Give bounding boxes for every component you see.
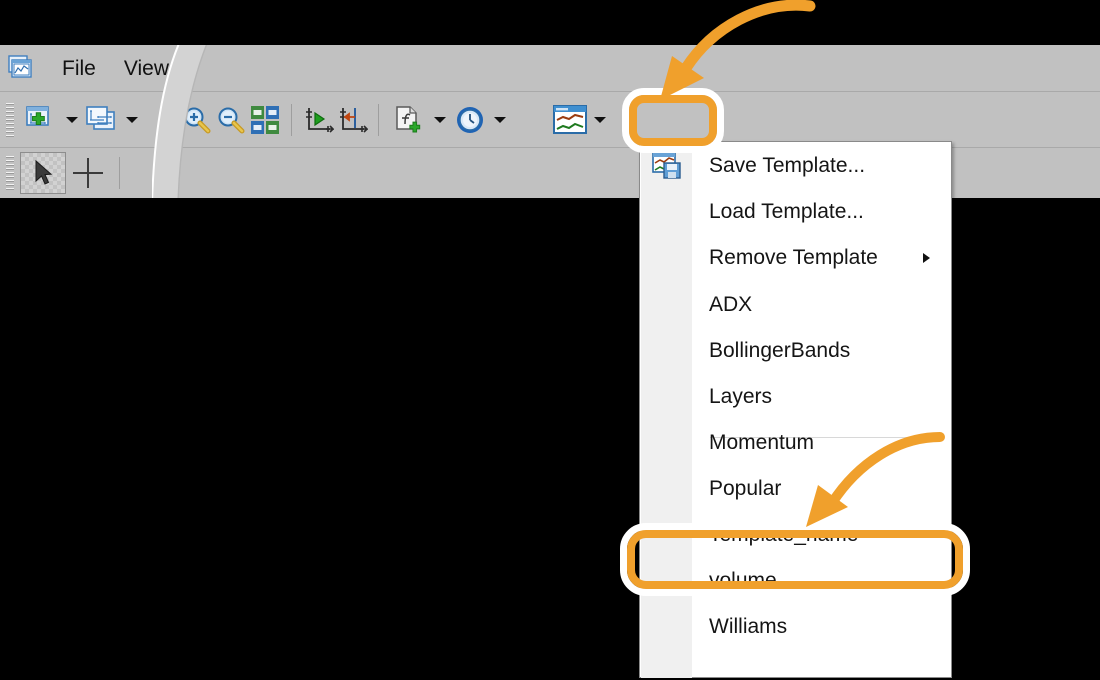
arrange-layers-dropdown-arrow[interactable]: [124, 100, 140, 140]
zoom-out-button[interactable]: [214, 100, 248, 140]
save-template-icon: [641, 143, 692, 189]
zoom-in-button[interactable]: [180, 100, 214, 140]
menu-item-volume[interactable]: volume: [641, 558, 952, 604]
menu-item-label: Remove Template: [709, 246, 878, 269]
menu-item-label: Williams: [709, 615, 788, 638]
axis-marker-button[interactable]: [335, 100, 369, 140]
menu-item-label: Save Template...: [709, 154, 866, 177]
add-graph-button[interactable]: [20, 100, 64, 140]
menu-item-template-name[interactable]: Template_name: [641, 512, 952, 558]
menu-view[interactable]: View: [110, 55, 183, 83]
menu-item-layers[interactable]: Layers: [641, 374, 952, 420]
menu-item-label: Layers: [709, 385, 773, 408]
tile-windows-button[interactable]: [248, 100, 282, 140]
menu-item-remove-template[interactable]: Remove Template: [641, 235, 952, 281]
templates-button[interactable]: [548, 100, 592, 140]
toolbar-separator: [291, 103, 292, 136]
menu-icon-slot: [641, 328, 692, 374]
menu-item-label: Popular: [709, 477, 782, 500]
cursor-tool-button[interactable]: [20, 152, 66, 194]
toolbar-gripper-2[interactable]: [6, 156, 14, 190]
new-function-dropdown-arrow[interactable]: [432, 100, 448, 140]
menu-icon-slot: [641, 420, 692, 466]
submenu-arrow-icon: [923, 253, 930, 263]
toolbar-separator-3: [119, 157, 120, 189]
menu-icon-slot: [641, 374, 692, 420]
menu-item-label: Momentum: [709, 431, 815, 454]
toolbar-separator-2: [378, 103, 379, 136]
menu-icon-slot: [641, 189, 692, 235]
toolbar-gripper[interactable]: [6, 102, 14, 137]
menu-icon-slot: [641, 466, 692, 512]
chart-document-icon: [8, 54, 38, 83]
crosshair-tool-button[interactable]: [66, 153, 110, 193]
menu-icon-slot: [641, 604, 692, 650]
new-function-button[interactable]: [388, 100, 432, 140]
add-graph-dropdown-arrow[interactable]: [64, 100, 80, 140]
menu-item-label: ADX: [709, 293, 753, 316]
menu-icon-slot: [641, 235, 692, 281]
menu-item-popular[interactable]: Popular: [641, 466, 952, 512]
menu-icon-slot: [641, 282, 692, 328]
menu-item-save-template[interactable]: Save Template...: [641, 143, 952, 189]
menu-item-williams[interactable]: Williams: [641, 604, 952, 650]
menu-item-bollingerbands[interactable]: BollingerBands: [641, 328, 952, 374]
templates-dropdown-arrow[interactable]: [592, 100, 608, 140]
menu-item-load-template[interactable]: Load Template...: [641, 189, 952, 235]
menu-item-momentum[interactable]: Momentum: [641, 420, 952, 466]
menu-item-label: volume: [709, 569, 777, 592]
menu-item-label: BollingerBands: [709, 339, 851, 362]
menu-item-adx[interactable]: ADX: [641, 282, 952, 328]
menu-file[interactable]: File: [48, 55, 110, 83]
menu-icon-slot: [641, 512, 692, 558]
axis-start-button[interactable]: [301, 100, 335, 140]
period-clock-button[interactable]: [448, 100, 492, 140]
period-clock-dropdown-arrow[interactable]: [492, 100, 508, 140]
arrange-layers-button[interactable]: [80, 100, 124, 140]
menu-bar: File View: [0, 45, 1100, 92]
templates-dropdown-menu: Save Template... Load Template... Remove…: [639, 141, 952, 678]
menu-item-label: Template_name: [709, 523, 859, 546]
toolbar-row-1: [0, 92, 1100, 148]
menu-icon-slot: [641, 558, 692, 604]
menu-item-label: Load Template...: [709, 200, 864, 223]
